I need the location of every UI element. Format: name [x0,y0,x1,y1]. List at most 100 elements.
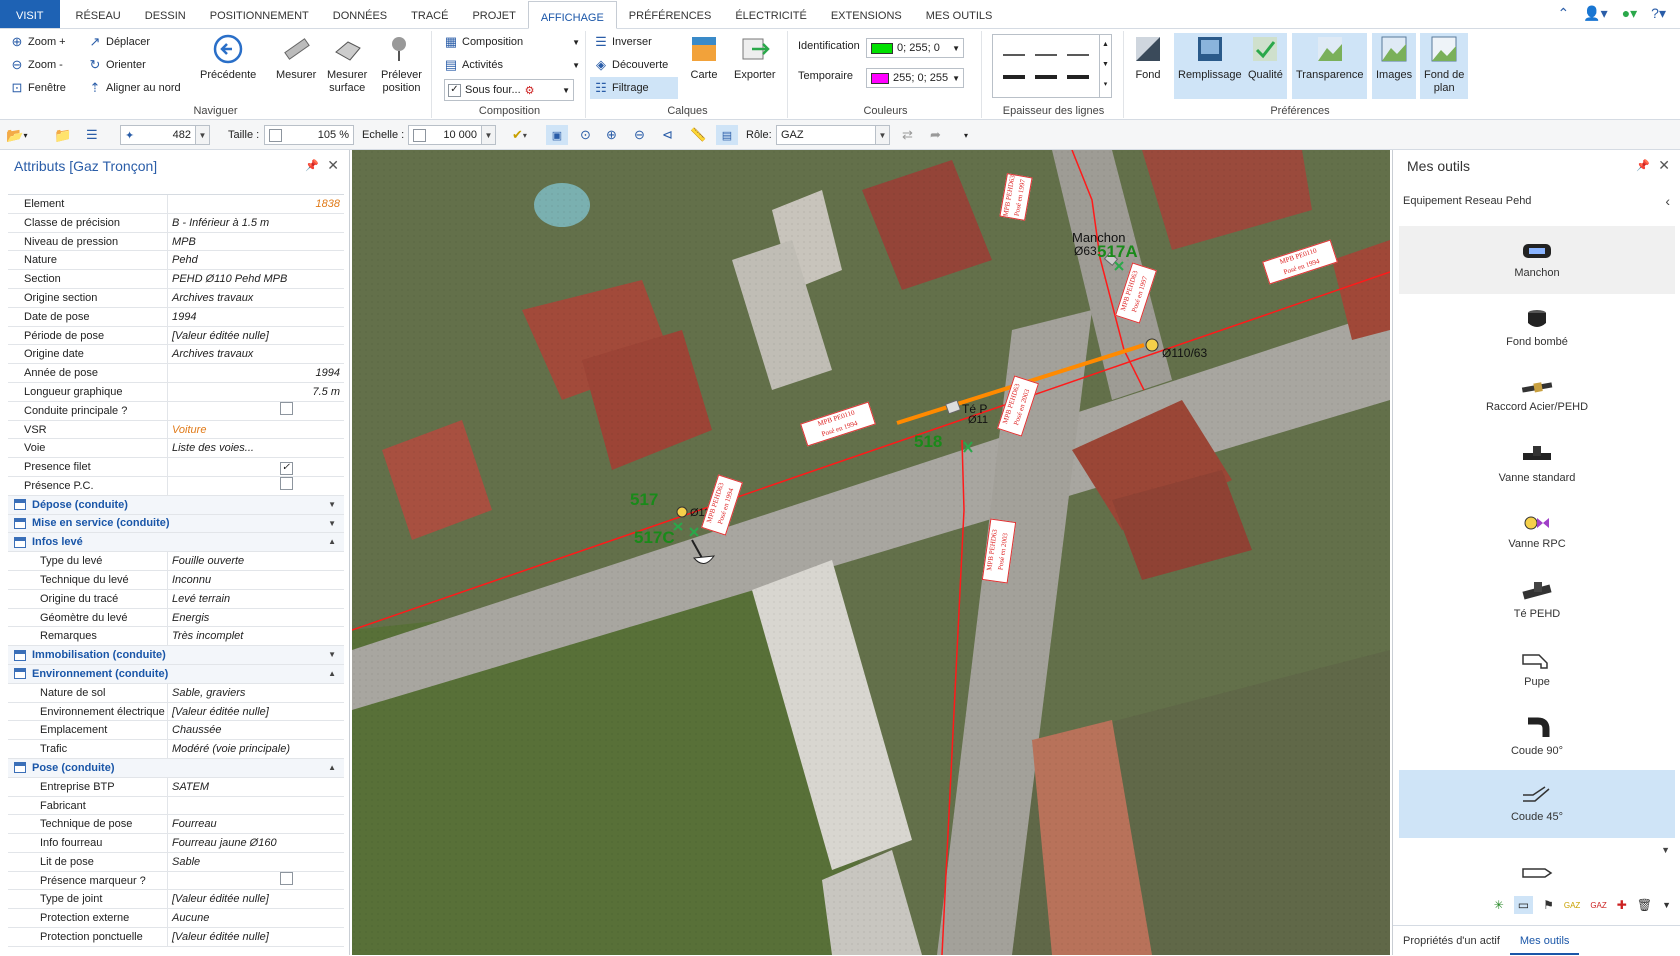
attribute-value[interactable]: 1994 [168,364,344,382]
folder-button[interactable]: 📁 [54,125,71,145]
prelever-position-button[interactable]: Prélever position [381,33,422,95]
attribute-checkbox[interactable] [279,871,293,885]
zoom-in-toolbar-button[interactable]: ⊕ [606,125,617,145]
attribute-value[interactable]: Inconnu [168,571,344,589]
tool-raccord-acier-pehd[interactable]: Raccord Acier/PEHD [1399,362,1675,430]
tab-proprietes-actif[interactable]: Propriétés d'un actif [1393,926,1510,955]
chevron-left-icon[interactable]: ‹ [1665,193,1670,209]
taille-field[interactable]: 105 % [264,125,354,145]
tab-dessin[interactable]: DESSIN [133,0,198,28]
attribute-value[interactable]: Sable, graviers [168,684,344,702]
chevron-down-icon[interactable]: ▼ [1662,900,1671,910]
attribute-value[interactable]: 1838 [168,195,344,213]
tools-scroll-down[interactable]: ▼ [1661,845,1670,855]
attribute-value[interactable] [168,476,344,495]
deplacer-button[interactable]: ↗ Déplacer [88,34,150,49]
composition-dropdown[interactable]: ▦ Composition ▼ [444,34,580,49]
tool-next[interactable] [1399,838,1675,886]
identification-color-picker[interactable]: 0; 255; 0 ▼ [866,38,964,58]
attribute-category[interactable]: Immobilisation (conduite) ▼ [8,646,344,665]
attribute-value[interactable]: Archives travaux [168,289,344,307]
help-icon[interactable]: ?▾ [1651,5,1666,22]
tool-coude-45[interactable]: Coude 45° [1399,770,1675,838]
gallery-scroll[interactable]: ▲ ▼ ▾ [1099,35,1111,97]
attribute-checkbox[interactable] [279,476,293,490]
attribute-value[interactable]: Liste des voies... [168,439,344,457]
expand-toggle-icon[interactable]: ▲ [328,665,336,683]
mesurer-surface-button[interactable]: Mesurer surface [327,33,367,95]
pipe-node-517[interactable] [676,506,688,518]
tab-preferences[interactable]: PRÉFÉRENCES [617,0,724,28]
pin-icon[interactable]: 📌 [1636,159,1650,172]
tab-positionnement[interactable]: POSITIONNEMENT [198,0,321,28]
attribute-checkbox[interactable] [279,401,293,415]
precedente-button[interactable]: Précédente [200,33,256,82]
attribute-category[interactable]: Dépose (conduite) ▼ [8,495,344,515]
attribute-category[interactable]: Environnement (conduite) ▲ [8,664,344,684]
attribute-value[interactable]: Fourreau [168,815,344,833]
list-button[interactable]: ☰ [86,125,98,145]
qualite-button[interactable]: Qualité [1244,33,1287,99]
attribute-value[interactable]: Fouille ouverte [168,552,344,570]
pipe-node-110-63[interactable] [1145,338,1159,352]
transfer-button[interactable]: ⇄ [902,125,913,145]
zoom-button[interactable]: ⊙ [580,125,591,145]
fond-button[interactable]: Fond [1132,33,1164,82]
tab-projet[interactable]: PROJET [460,0,527,28]
attribute-value[interactable]: 7.5 m [168,383,344,401]
attribute-value[interactable]: Voiture [168,421,344,439]
view-button[interactable]: ▣ [546,125,568,145]
manchon-small-icon[interactable]: ▭ [1513,896,1534,914]
tool-pupe[interactable]: Pupe [1399,634,1675,702]
gas-red-icon[interactable]: GAZ [1590,901,1606,910]
attribute-category[interactable]: Infos levé ▲ [8,533,344,553]
attribute-value[interactable] [168,797,344,815]
gas-icon[interactable]: GAZ [1564,901,1580,910]
attribute-value[interactable]: [Valeur éditée nulle] [168,703,344,721]
taille-checkbox[interactable] [269,128,282,142]
carte-button[interactable]: Carte [688,33,720,82]
tool-vanne-standard[interactable]: Vanne standard [1399,430,1675,498]
attribute-value[interactable]: MPB [168,233,344,251]
attribute-checkbox[interactable]: ✓ [279,461,293,475]
sous-four-dropdown[interactable]: ✓ Sous four... ⚙ ▼ [444,79,574,101]
attribute-value[interactable]: SATEM [168,778,344,796]
aligner-nord-button[interactable]: ⇡ Aligner au nord [88,80,181,95]
map-view[interactable]: Manchon Ø63 517A Ø110/63 Té P Ø11 518 51… [352,150,1390,955]
tab-electricite[interactable]: ÉLECTRICITÉ [723,0,819,28]
collapse-ribbon-icon[interactable]: ⌃ [1557,5,1569,22]
attribute-value[interactable]: B - Inférieur à 1.5 m [168,214,344,232]
decouverte-button[interactable]: ◈ Découverte [594,57,668,72]
chevron-down-icon[interactable]: ▼ [876,125,890,145]
mesurer-button[interactable]: Mesurer [276,33,316,82]
zoom-out-button[interactable]: ⊖ Zoom - [10,57,63,72]
role-select[interactable]: GAZ ▼ [776,125,890,145]
tab-reseau[interactable]: RÉSEAU [64,0,133,28]
attribute-value[interactable]: Energis [168,609,344,627]
delete-icon[interactable]: 🗑 [1637,898,1652,912]
expand-toggle-icon[interactable]: ▼ [328,515,336,533]
measure-toolbar-button[interactable]: 📏 [690,125,706,145]
flag-icon[interactable]: ⚑ [1543,898,1554,912]
pin-icon[interactable]: 📌 [305,159,319,172]
tab-trace[interactable]: TRACÉ [399,0,460,28]
attribute-category[interactable]: Pose (conduite) ▲ [8,758,344,778]
attribute-value[interactable]: Pehd [168,251,344,269]
tab-visit[interactable]: VISIT [0,0,60,28]
tab-mes-outils[interactable]: MES OUTILS [914,0,1005,28]
expand-toggle-icon[interactable]: ▼ [328,646,336,664]
attribute-value[interactable]: PEHD Ø110 Pehd MPB [168,270,344,288]
zoom-out-toolbar-button[interactable]: ⊖ [634,125,645,145]
attribute-value[interactable]: [Valeur éditée nulle] [168,327,344,345]
attribute-value[interactable]: Aucune [168,909,344,927]
tool-manchon[interactable]: Manchon [1399,226,1675,294]
images-button[interactable]: Images [1372,33,1417,99]
close-icon[interactable]: ✕ [1658,157,1670,174]
chevron-down-icon[interactable]: ▼ [196,125,210,145]
echelle-field[interactable]: 10 000 ▼ [408,125,496,145]
attribute-value[interactable]: Fourreau jaune Ø160 [168,834,344,852]
tab-mes-outils-panel[interactable]: Mes outils [1509,926,1580,955]
attribute-value[interactable]: [Valeur éditée nulle] [168,928,344,946]
transparence-button[interactable]: Transparence [1292,33,1368,99]
attribute-value[interactable] [168,871,344,890]
